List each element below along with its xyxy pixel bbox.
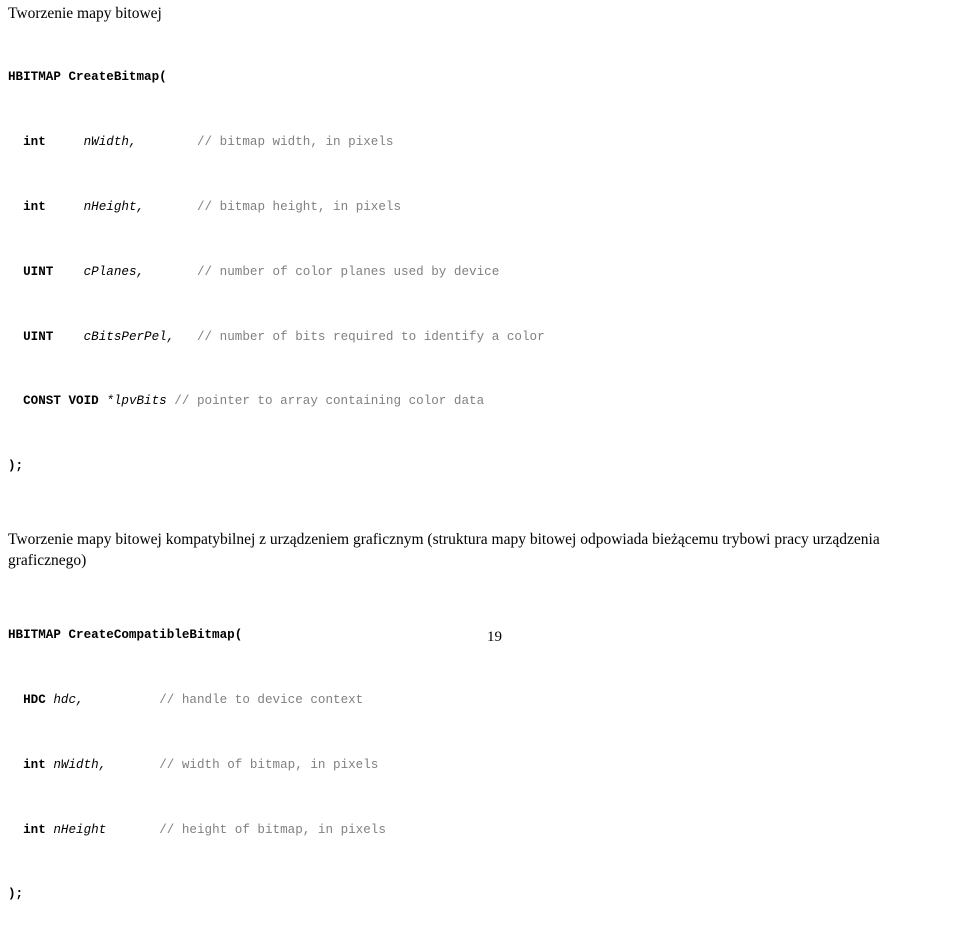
code-signature-line: HBITMAP CreateCompatibleBitmap( — [8, 627, 950, 643]
param-name: nHeight, — [83, 200, 145, 214]
param-type: HDC — [23, 692, 46, 707]
param-pad — [46, 693, 54, 707]
code-signature-line: HBITMAP CreateBitmap( — [8, 69, 950, 85]
comment-pad — [106, 758, 159, 772]
param-comment: // bitmap width, in pixels — [196, 135, 394, 150]
param-type: int — [23, 200, 46, 214]
param-comment: // height of bitmap, in pixels — [159, 822, 386, 837]
param-type: int — [23, 135, 46, 150]
comment-pad — [106, 823, 159, 837]
param-type: int — [23, 822, 46, 837]
param-comment: // bitmap height, in pixels — [196, 200, 402, 214]
code-close-line: ); — [8, 458, 950, 474]
code-param-line: int nWidth, // bitmap width, in pixels — [8, 134, 950, 150]
param-comment: // handle to device context — [159, 692, 364, 707]
close-paren: ); — [8, 887, 24, 902]
param-pad — [46, 135, 84, 149]
param-name: nHeight — [53, 822, 107, 837]
code-param-line: HDC hdc, // handle to device context — [8, 692, 950, 708]
code-param-line: int nHeight // height of bitmap, in pixe… — [8, 822, 950, 838]
code-param-line: UINT cPlanes, // number of color planes … — [8, 264, 950, 280]
code-param-line: int nWidth, // width of bitmap, in pixel… — [8, 757, 950, 773]
param-name: nWidth, — [83, 135, 137, 150]
param-pad — [46, 200, 84, 214]
param-comment: // width of bitmap, in pixels — [159, 757, 379, 772]
return-type: HBITMAP — [8, 628, 61, 643]
section-description: Tworzenie mapy bitowej kompatybilnej z u… — [8, 530, 880, 569]
param-name: nWidth, — [53, 757, 107, 772]
param-type: int — [23, 757, 46, 772]
comment-pad — [144, 200, 197, 214]
param-name: *lpvBits — [106, 394, 167, 409]
comment-pad — [174, 330, 197, 344]
function-name: CreateCompatibleBitmap( — [68, 628, 243, 643]
return-type: HBITMAP — [8, 70, 61, 85]
param-type: UINT — [23, 264, 54, 279]
param-type: CONST VOID — [23, 394, 99, 409]
page-title: Tworzenie mapy bitowej — [8, 5, 162, 22]
param-comment: // number of bits required to identify a… — [196, 329, 545, 344]
param-pad — [53, 330, 83, 344]
param-pad — [46, 823, 54, 837]
document-page: Tworzenie mapy bitowej HBITMAP CreateBit… — [0, 0, 960, 901]
param-type: UINT — [23, 329, 54, 344]
code-block-createcompatiblebitmap: HBITMAP CreateCompatibleBitmap( HDC hdc,… — [8, 595, 950, 935]
code-block-createbitmap: HBITMAP CreateBitmap( int nWidth, // bit… — [8, 37, 950, 507]
comment-pad — [137, 135, 197, 149]
param-name: hdc, — [53, 692, 84, 707]
param-name: cPlanes, — [83, 264, 145, 279]
code-param-line: UINT cBitsPerPel, // number of bits requ… — [8, 329, 950, 345]
code-param-line: int nHeight, // bitmap height, in pixels — [8, 199, 950, 215]
code-param-line: CONST VOID *lpvBits // pointer to array … — [8, 393, 950, 409]
param-comment: // number of color planes used by device — [196, 264, 500, 279]
comment-pad — [84, 693, 160, 707]
param-name: cBitsPerPel, — [83, 329, 175, 344]
code-close-line: ); — [8, 886, 950, 902]
close-paren: ); — [8, 459, 24, 474]
page-number: 19 — [487, 629, 502, 645]
param-pad — [46, 758, 54, 772]
comment-pad — [144, 265, 197, 279]
param-comment: // pointer to array containing color dat… — [174, 394, 485, 409]
param-pad — [53, 265, 83, 279]
function-name: CreateBitmap( — [68, 70, 167, 85]
